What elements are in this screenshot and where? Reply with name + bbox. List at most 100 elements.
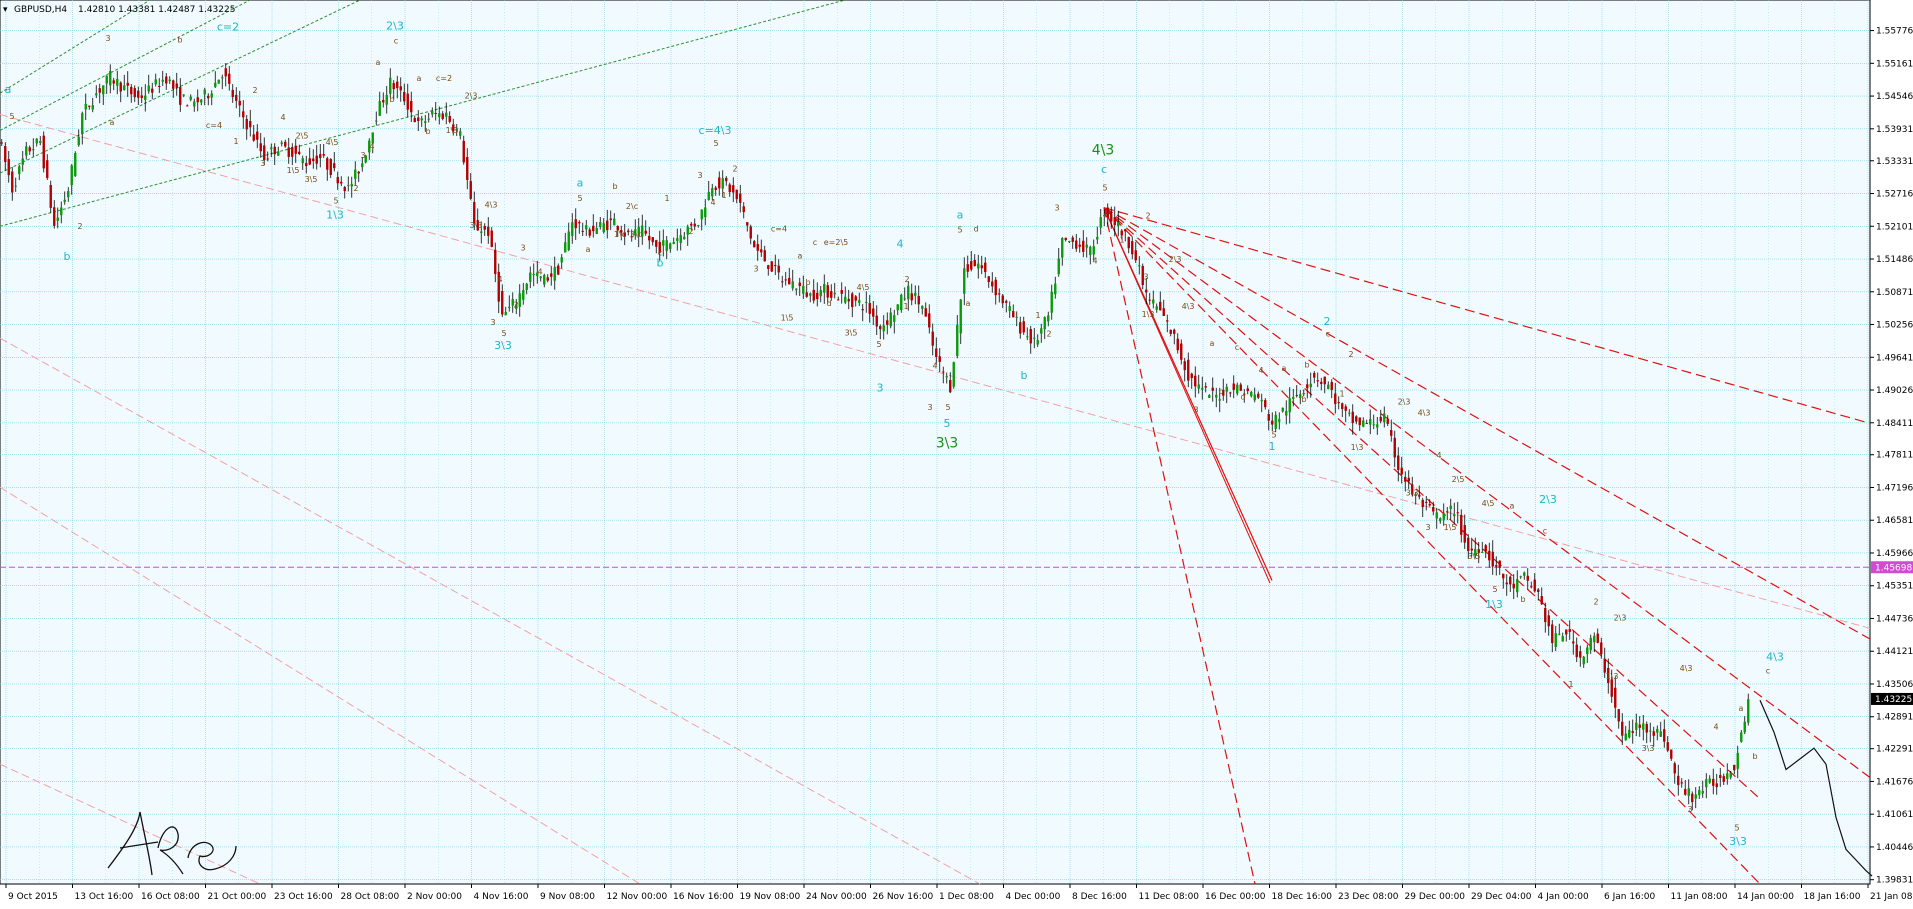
wave-label: 5 <box>945 403 950 412</box>
y-tick-label: 1.50256 <box>1876 321 1913 331</box>
wave-label: a <box>577 176 584 189</box>
candle-bear <box>1673 763 1676 774</box>
candle-bull <box>1561 636 1564 642</box>
candle-bull <box>959 299 962 334</box>
wave-label: 4\3 <box>1418 408 1431 417</box>
candle-bear <box>1456 512 1459 514</box>
wave-label: 4\3 <box>485 201 498 210</box>
candle-bull <box>1040 328 1043 334</box>
candle-bear <box>1390 429 1393 436</box>
candle-bear <box>1533 579 1536 592</box>
candle-bear <box>1355 416 1358 422</box>
y-tick-label: 1.54546 <box>1876 92 1913 102</box>
candle-bear <box>1460 514 1463 535</box>
candle-bear <box>287 147 290 157</box>
candle-bull <box>1047 315 1050 322</box>
candle-bear <box>949 379 952 393</box>
candle-bear <box>1572 641 1575 644</box>
candle-bear <box>1719 775 1722 778</box>
menu-arrow-icon[interactable]: ▾ <box>3 5 8 15</box>
candle-bear <box>490 230 493 247</box>
candle-bull <box>385 94 388 105</box>
candle-bull <box>95 93 98 96</box>
candle-bear <box>1134 250 1137 261</box>
candle-bear <box>651 237 654 243</box>
candle-bear <box>1505 582 1508 585</box>
candle-bear <box>319 154 322 159</box>
y-tick-label: 1.40446 <box>1876 843 1913 853</box>
mt4-chart-window[interactable]: a 5 b 2 3 a b c=2 c=4 1 2 3 4 2\5 1\5 3\5 4\5 5 1\3 2 3 4 2\3 c… <box>0 0 1913 905</box>
wave-label: 2\5 <box>296 131 309 140</box>
candle-bull <box>518 293 521 307</box>
y-tick-label: 1.49641 <box>1876 353 1913 363</box>
candle-bear <box>1022 321 1025 333</box>
wave-label: a <box>376 58 381 67</box>
candle-bull <box>105 75 108 84</box>
x-tick-label: 21 Jan 08:00 <box>1870 892 1913 902</box>
candle-bear <box>1544 608 1547 623</box>
candle-bear <box>648 235 651 241</box>
candle-bear <box>1712 778 1715 786</box>
x-tick-label: 21 Oct 00:00 <box>208 892 267 902</box>
wave-label: 5 <box>1271 431 1276 440</box>
candle-bear <box>1148 299 1151 301</box>
candle-bull <box>791 281 794 289</box>
wave-label: d <box>973 225 978 234</box>
wave-label: 3\3 <box>494 339 512 352</box>
candle-bear <box>588 229 591 236</box>
candle-bear <box>249 121 252 128</box>
price-chart[interactable]: a5b23abc=2c=412342\51\53\54\551\32342\3c… <box>0 0 1913 905</box>
candle-bear <box>413 117 416 123</box>
candle-bear <box>805 292 808 297</box>
wave-label: 2 <box>688 227 693 236</box>
candle-bull <box>378 101 381 116</box>
candle-bear <box>592 225 595 232</box>
wave-label: 2 <box>904 275 909 284</box>
candle-bear <box>879 326 882 330</box>
candle-bear <box>749 226 752 239</box>
candle-bear <box>308 158 311 165</box>
candle-bull <box>683 236 686 240</box>
candle-bear <box>172 80 175 89</box>
candle-bear <box>788 277 791 285</box>
candle-bear <box>1386 419 1389 424</box>
y-tick-label: 1.49026 <box>1876 386 1913 396</box>
candle-bull <box>81 113 84 134</box>
wave-label: 2\3 <box>1614 613 1627 622</box>
candle-bear <box>854 296 857 301</box>
time-axis[interactable]: 9 Oct 2015 13 Oct 16:00 16 Oct 08:00 21 Oct… <box>5 884 1913 902</box>
wave-label: 3 <box>260 159 265 168</box>
candle-bear <box>1400 467 1403 475</box>
candle-bull <box>144 95 147 100</box>
wave-label: a <box>417 74 422 83</box>
y-tick-label: 1.42291 <box>1876 745 1913 755</box>
candle-bull <box>543 275 546 285</box>
candle-bear <box>1404 476 1407 482</box>
wave-label: a <box>966 299 971 308</box>
candle-bear <box>1176 338 1179 351</box>
candle-bull <box>1659 731 1662 737</box>
wave-label: 4 <box>1092 257 1097 266</box>
candle-bull <box>567 231 570 251</box>
y-tick-label: 1.55776 <box>1876 27 1913 37</box>
x-tick-label: 24 Nov 00:00 <box>806 892 867 902</box>
candle-bull <box>553 267 556 281</box>
candle-bull <box>1085 244 1088 248</box>
wave-label: 3 <box>105 34 110 43</box>
wave-label: 2 <box>732 164 737 173</box>
x-tick-label: 19 Nov 08:00 <box>740 892 801 902</box>
candle-bear <box>770 261 773 272</box>
candle-bear <box>1526 575 1529 581</box>
candle-bull <box>427 118 430 120</box>
candle-bull <box>361 163 364 168</box>
wave-label: 5 <box>957 226 962 235</box>
candle-bear <box>875 315 878 327</box>
wave-label: c <box>813 238 817 247</box>
candle-bear <box>501 290 504 315</box>
wave-label: b <box>389 95 394 104</box>
candle-bear <box>1194 375 1197 387</box>
symbol-label: GBPUSD,H4 <box>14 5 67 15</box>
candle-bull <box>525 283 528 290</box>
candle-bull <box>1061 238 1064 258</box>
price-axis[interactable]: 1.55776 1.55161 1.54546 1.53931 1.53331 1.527… <box>1870 27 1913 886</box>
